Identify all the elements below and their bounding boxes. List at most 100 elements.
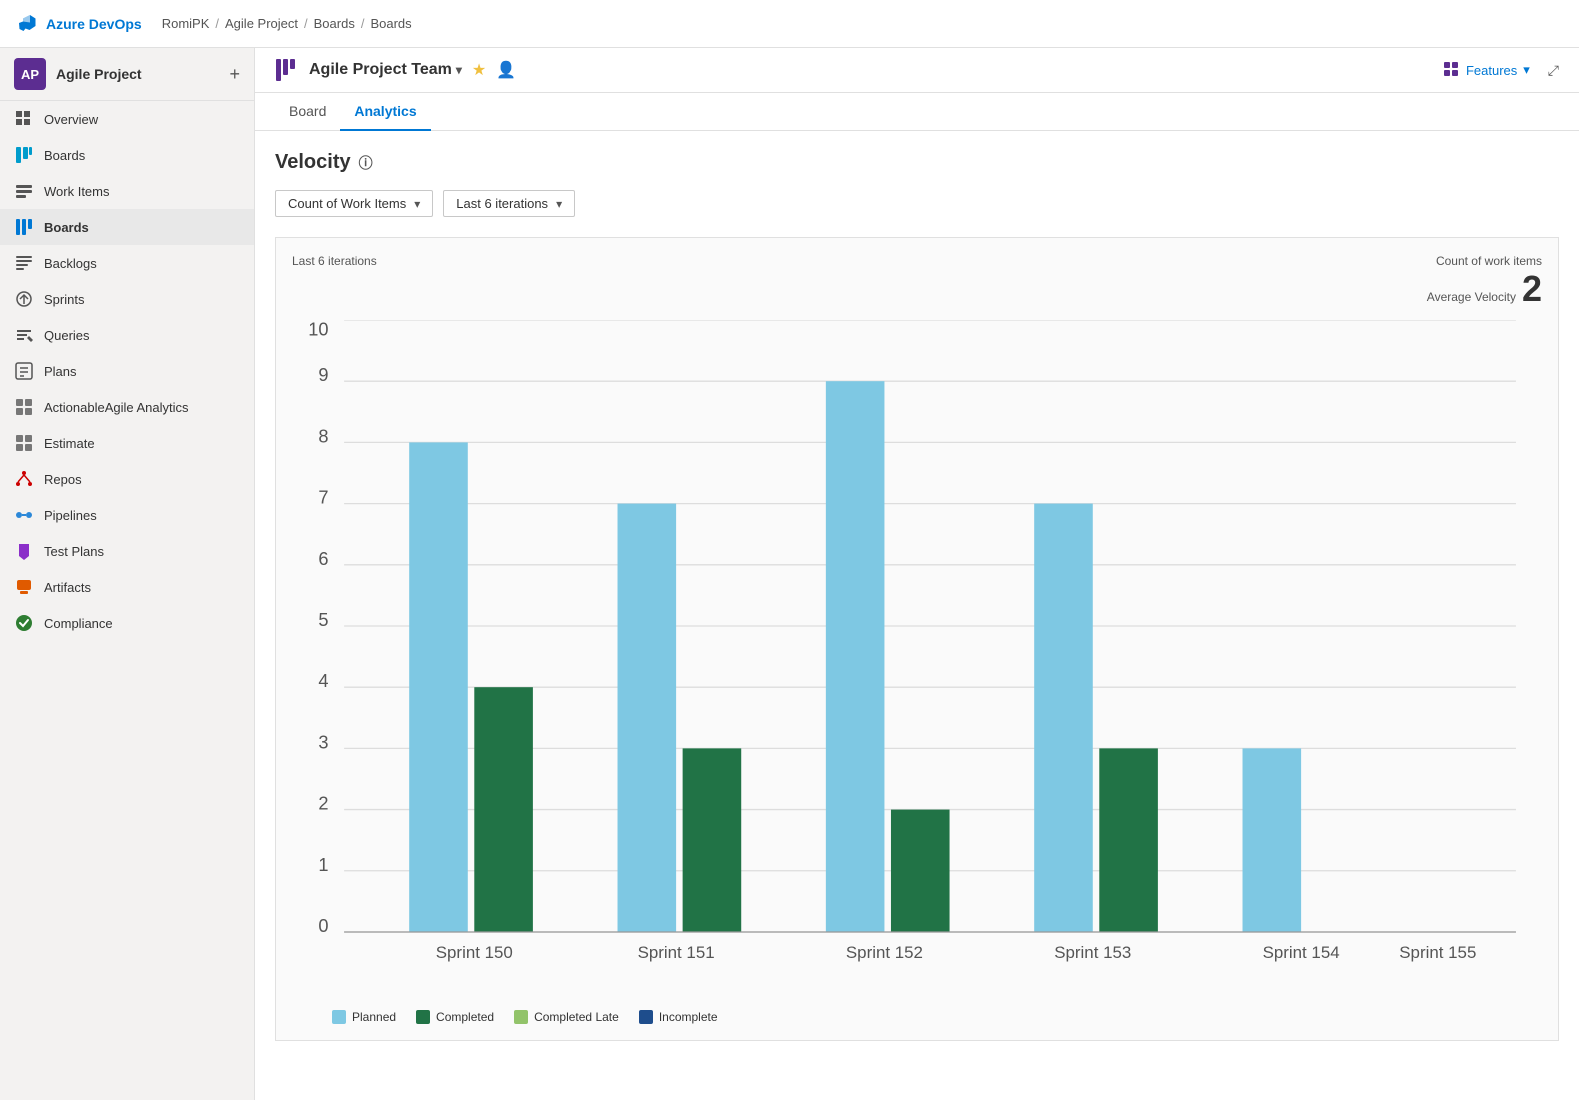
legend-incomplete-color [639, 1010, 653, 1024]
count-label: Count of work items [1427, 254, 1542, 268]
tab-board[interactable]: Board [275, 93, 340, 131]
sidebar-item-label: Artifacts [44, 580, 91, 595]
svg-text:6: 6 [318, 549, 328, 569]
sidebar-item-label: Compliance [44, 616, 113, 631]
legend-completed-label: Completed [436, 1010, 494, 1024]
svg-text:Sprint 152: Sprint 152 [846, 943, 923, 962]
svg-text:7: 7 [318, 488, 328, 508]
tabs: Board Analytics [255, 93, 1579, 131]
velocity-title: Velocity ⓘ [275, 151, 1559, 174]
sidebar-project: AP Agile Project + [0, 48, 254, 101]
compliance-icon [14, 613, 34, 633]
svg-text:Sprint 154: Sprint 154 [1263, 943, 1340, 962]
chart-legend: Planned Completed Completed Late Incompl… [292, 1010, 1542, 1024]
legend-planned: Planned [332, 1010, 396, 1024]
breadcrumb: RomiPK / Agile Project / Boards / Boards [162, 16, 412, 31]
sidebar-item-label: Plans [44, 364, 77, 379]
svg-text:9: 9 [318, 365, 328, 385]
metric-dropdown[interactable]: Count of Work Items ▾ [275, 190, 433, 217]
iterations-dropdown[interactable]: Last 6 iterations ▾ [443, 190, 575, 217]
workitems-icon [14, 181, 34, 201]
sidebar-item-label: Boards [44, 220, 89, 235]
svg-text:4: 4 [318, 671, 328, 691]
sidebar-item-queries[interactable]: Queries [0, 317, 254, 353]
features-icon [1444, 62, 1460, 78]
repos-icon [14, 469, 34, 489]
legend-completed: Completed [416, 1010, 494, 1024]
features-button[interactable]: Features ▾ [1444, 62, 1530, 78]
svg-text:8: 8 [318, 426, 328, 446]
chart-svg-wrapper: 0 1 2 3 4 5 6 7 8 9 10 [292, 320, 1542, 1000]
team-members-icon[interactable]: 👤 [496, 60, 516, 80]
sidebar-item-label: Sprints [44, 292, 84, 307]
legend-incomplete-label: Incomplete [659, 1010, 718, 1024]
sidebar-item-artifacts[interactable]: Artifacts [0, 569, 254, 605]
boards-icon [14, 217, 34, 237]
sidebar-item-label: Repos [44, 472, 82, 487]
sidebar-item-estimate[interactable]: Estimate [0, 425, 254, 461]
sidebar-item-repos[interactable]: Repos [0, 461, 254, 497]
overview-icon [14, 109, 34, 129]
iterations-chevron-icon: ▾ [556, 197, 562, 211]
breadcrumb-3[interactable]: Boards [314, 16, 355, 31]
breadcrumb-2[interactable]: Agile Project [225, 16, 298, 31]
queries-icon [14, 325, 34, 345]
artifacts-icon [14, 577, 34, 597]
velocity-section: Velocity ⓘ Count of Work Items ▾ Last 6 … [255, 131, 1579, 1061]
breadcrumb-4[interactable]: Boards [370, 16, 411, 31]
info-icon[interactable]: ⓘ [359, 153, 373, 173]
breadcrumb-1[interactable]: RomiPK [162, 16, 210, 31]
sidebar-item-backlogs[interactable]: Backlogs [0, 245, 254, 281]
add-button[interactable]: + [229, 64, 240, 85]
svg-text:2: 2 [318, 794, 328, 814]
legend-planned-color [332, 1010, 346, 1024]
sidebar-item-label: Boards [44, 148, 85, 163]
sidebar: AP Agile Project + Overview Boards [0, 48, 255, 1100]
sidebar-item-label: ActionableAgile Analytics [44, 400, 189, 415]
pipelines-icon [14, 505, 34, 525]
team-name[interactable]: Agile Project Team ▾ [309, 61, 462, 79]
logo-text: Azure DevOps [46, 16, 142, 32]
sidebar-item-plans[interactable]: Plans [0, 353, 254, 389]
legend-completed-late-label: Completed Late [534, 1010, 619, 1024]
svg-text:10: 10 [308, 320, 328, 340]
logo[interactable]: Azure DevOps [16, 13, 142, 35]
sidebar-item-label: Overview [44, 112, 98, 127]
sidebar-item-test-plans[interactable]: Test Plans [0, 533, 254, 569]
sidebar-item-work-items[interactable]: Work Items [0, 173, 254, 209]
svg-text:Sprint 151: Sprint 151 [638, 943, 715, 962]
svg-text:1: 1 [318, 855, 328, 875]
svg-text:3: 3 [318, 732, 328, 752]
sidebar-item-pipelines[interactable]: Pipelines [0, 497, 254, 533]
sidebar-item-compliance[interactable]: Compliance [0, 605, 254, 641]
azure-devops-logo [16, 13, 38, 35]
sidebar-item-label: Estimate [44, 436, 95, 451]
chart-velocity-info: Count of work items Average Velocity 2 [1427, 254, 1542, 310]
sidebar-item-actionable[interactable]: ActionableAgile Analytics [0, 389, 254, 425]
sidebar-item-overview[interactable]: Overview [0, 101, 254, 137]
sidebar-item-boards-parent[interactable]: Boards [0, 137, 254, 173]
sidebar-item-boards[interactable]: Boards [0, 209, 254, 245]
legend-incomplete: Incomplete [639, 1010, 718, 1024]
legend-completed-late: Completed Late [514, 1010, 619, 1024]
content-header: Agile Project Team ▾ ★ 👤 Features ▾ ⤢ [255, 48, 1579, 93]
sprints-icon [14, 289, 34, 309]
team-board-icon [275, 58, 299, 82]
plans-icon [14, 361, 34, 381]
svg-text:Sprint 155: Sprint 155 [1399, 943, 1476, 962]
sidebar-item-sprints[interactable]: Sprints [0, 281, 254, 317]
expand-icon[interactable]: ⤢ [1548, 62, 1559, 79]
sidebar-item-label: Backlogs [44, 256, 97, 271]
velocity-chart-container: Last 6 iterations Count of work items Av… [275, 237, 1559, 1041]
sidebar-item-label: Queries [44, 328, 90, 343]
topbar: Azure DevOps RomiPK / Agile Project / Bo… [0, 0, 1579, 48]
project-name: Agile Project [56, 66, 142, 82]
team-chevron-icon: ▾ [456, 63, 462, 77]
chart-iteration-label: Last 6 iterations [292, 254, 377, 268]
bar-chart: 0 1 2 3 4 5 6 7 8 9 10 [292, 320, 1542, 997]
tab-analytics[interactable]: Analytics [340, 93, 430, 131]
avatar: AP [14, 58, 46, 90]
favorite-star-icon[interactable]: ★ [472, 60, 486, 80]
chart-header: Last 6 iterations Count of work items Av… [292, 254, 1542, 310]
legend-planned-label: Planned [352, 1010, 396, 1024]
